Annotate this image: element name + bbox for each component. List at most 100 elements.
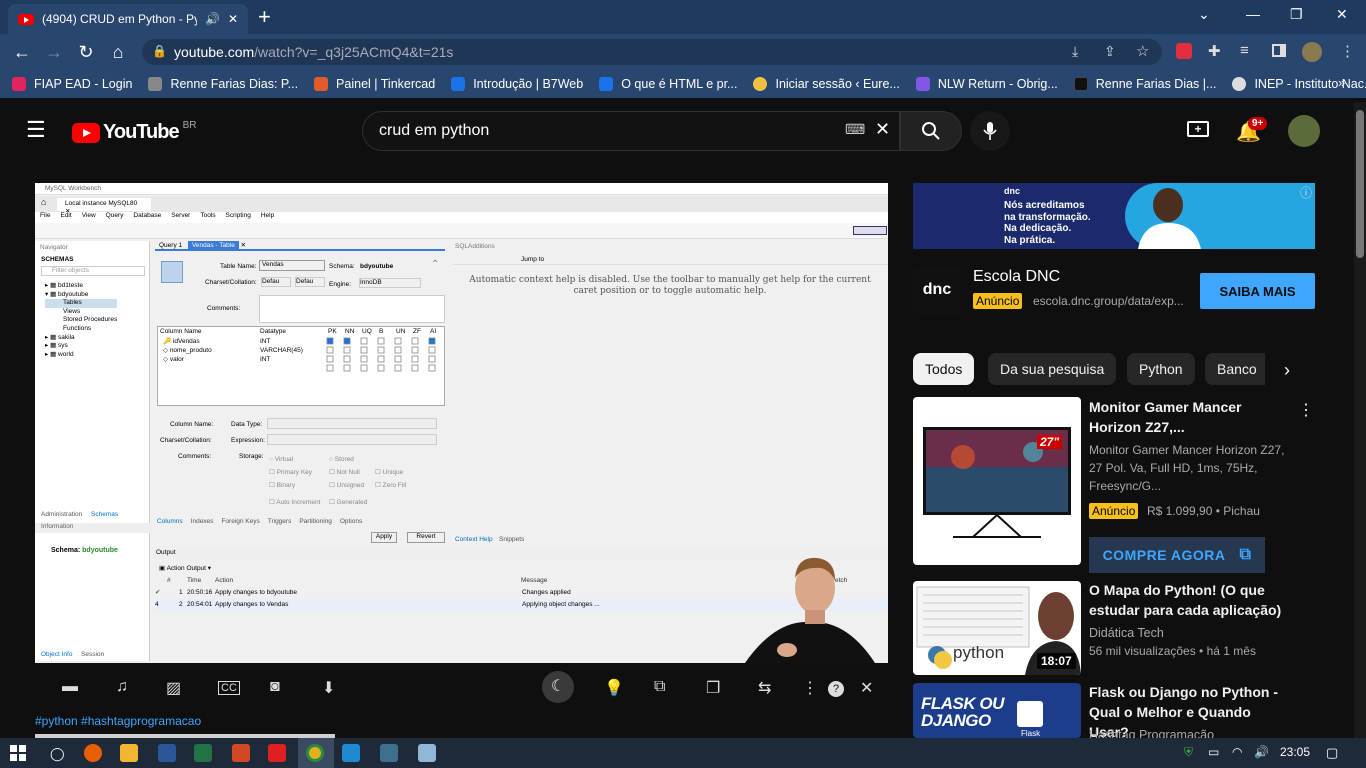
browser-tab[interactable]: (4904) CRUD em Python - Py 🔊 ✕ (8, 4, 248, 34)
ad-advertiser-name[interactable]: Escola DNC (973, 268, 1060, 286)
voice-search-button[interactable] (970, 111, 1010, 151)
profile-avatar[interactable] (1302, 42, 1322, 62)
shield-icon[interactable]: ⛨ (1184, 745, 1193, 760)
firefox-icon[interactable] (84, 744, 102, 762)
youtube-logo[interactable]: YouTube BR (72, 120, 196, 144)
channel-name[interactable]: Hashtag Programação (1089, 726, 1299, 738)
video-menu-icon[interactable]: ⋮ (1298, 400, 1314, 420)
video-title[interactable]: Monitor Gamer Mancer Horizon Z27,... (1089, 397, 1294, 437)
volume-icon[interactable]: 🔊 (1254, 745, 1269, 759)
emoji-icon (753, 77, 768, 91)
channel-name[interactable]: Didática Tech (1089, 624, 1299, 642)
tab-search-icon[interactable]: ⌄ (1198, 6, 1210, 23)
image-icon[interactable]: ▨ (166, 678, 181, 698)
python-map-thumbnail[interactable]: python 18:07 (913, 581, 1081, 675)
bookmark-fiap[interactable]: FIAP EAD - Login (12, 77, 132, 91)
keyboard-icon[interactable]: ⌨ (845, 121, 865, 138)
more-options-icon[interactable]: ⋮ (802, 678, 818, 698)
dark-mode-icon[interactable]: ☾ (542, 671, 574, 703)
chip-python[interactable]: Python (1127, 353, 1195, 385)
search-icon[interactable]: ◯ (50, 746, 68, 764)
bookmark-renne-2[interactable]: Renne Farias Dias |... (1073, 77, 1216, 91)
extension-shield-icon[interactable] (1176, 43, 1192, 59)
search-button[interactable] (900, 111, 962, 151)
webcam-icon[interactable]: ▬ (62, 678, 78, 696)
speaker-icon[interactable]: 🔊 (205, 12, 220, 26)
notepad-icon[interactable] (418, 744, 436, 762)
monitor-ad-thumbnail[interactable]: 27" (913, 397, 1081, 565)
scrollbar-thumb[interactable] (1356, 110, 1364, 258)
page-scrollbar[interactable] (1354, 102, 1366, 738)
extensions-icon[interactable]: ✚ (1208, 42, 1221, 60)
dnc-logo[interactable]: dnc (913, 266, 961, 314)
close-tab-icon[interactable]: ✕ (228, 12, 238, 26)
miniplayer-icon[interactable]: ⧉ (654, 678, 665, 696)
loop-icon[interactable]: ⇆ (758, 678, 771, 698)
music-icon[interactable]: ♫ (116, 678, 128, 696)
wifi-icon[interactable]: ◠ (1232, 745, 1242, 759)
chip-todos[interactable]: Todos (913, 353, 975, 385)
bookmark-html[interactable]: O que é HTML e pr... (599, 77, 737, 91)
star-icon[interactable]: ☆ (1136, 42, 1149, 60)
minimize-button[interactable]: — (1246, 6, 1260, 22)
lock-icon[interactable]: 🔒 (152, 44, 167, 58)
saiba-mais-button[interactable]: SAIBA MAIS (1200, 273, 1315, 309)
share-icon[interactable]: ⇪ (1104, 43, 1116, 60)
mysql-workbench-icon[interactable] (380, 744, 398, 762)
media-queue-icon[interactable]: ≡ (1240, 42, 1249, 59)
browser-menu-icon[interactable]: ⋮ (1340, 42, 1355, 60)
word-icon[interactable] (158, 744, 176, 762)
camera-icon[interactable]: ◙ (270, 678, 280, 696)
maximize-button[interactable]: ❐ (1290, 6, 1303, 23)
clear-search-icon[interactable]: ✕ (875, 119, 890, 140)
download-icon[interactable]: ⬇ (322, 678, 335, 698)
close-window-button[interactable]: ✕ (1336, 6, 1348, 23)
bookmark-nlw[interactable]: NLW Return - Obrig... (915, 77, 1058, 91)
captions-icon[interactable]: CC (218, 681, 240, 695)
chips-next-icon[interactable]: › (1284, 360, 1290, 381)
bookmark-eure[interactable]: Iniciar sessão ‹ Eure... (753, 77, 900, 91)
compre-agora-button[interactable]: COMPRE AGORA ⧉ (1089, 537, 1265, 573)
taskbar-clock[interactable]: 23:05 (1280, 745, 1310, 759)
new-tab-button[interactable]: + (258, 6, 271, 28)
video-title[interactable]: O Mapa do Python! (O que estudar para ca… (1089, 580, 1294, 620)
vscode-icon[interactable] (342, 744, 360, 762)
help-icon[interactable]: ? (828, 681, 844, 697)
notifications-icon[interactable]: ▢ (1326, 745, 1338, 761)
ad-url: escola.dnc.group/data/exp... (1033, 294, 1184, 308)
lightbulb-icon[interactable]: 💡 (604, 678, 624, 698)
chip-da-sua-pesquisa[interactable]: Da sua pesquisa (988, 353, 1117, 385)
create-video-icon[interactable]: + (1187, 121, 1209, 137)
acrobat-icon[interactable] (268, 744, 286, 762)
windows-start-icon[interactable] (10, 745, 26, 761)
bookmark-renne-1[interactable]: Renne Farias Dias: P... (148, 77, 298, 91)
side-panel-icon[interactable] (1272, 44, 1286, 57)
bookmark-tinkercad[interactable]: Painel | Tinkercad (314, 77, 435, 91)
back-icon[interactable]: ← (6, 42, 38, 63)
url-field[interactable]: 🔒 youtube.com/watch?v=_q3j25ACmQ4&t=21s (142, 39, 1162, 65)
video-hashtags[interactable]: #python #hashtagprogramacao (35, 714, 201, 728)
bookmark-b7web[interactable]: Introdução | B7Web (451, 77, 583, 91)
search-input[interactable]: crud em python ⌨ ✕ (362, 111, 900, 151)
url-host: youtube.com (174, 44, 255, 60)
powerpoint-icon[interactable] (232, 744, 250, 762)
ad-info-icon[interactable]: ⓘ (1300, 184, 1312, 201)
close-controls-icon[interactable]: ✕ (860, 678, 873, 698)
install-icon[interactable]: ⤓ (1072, 43, 1078, 60)
flask-django-thumbnail[interactable]: FLASK OU DJANGO Flask (913, 683, 1081, 738)
chrome-icon[interactable] (306, 744, 324, 762)
bookmark-inep[interactable]: INEP - Instituto Nac... (1232, 77, 1366, 91)
tinkercad-icon (314, 77, 329, 91)
account-avatar[interactable] (1288, 115, 1320, 147)
excel-icon[interactable] (194, 744, 212, 762)
chip-banco[interactable]: Banco (1205, 353, 1265, 385)
file-explorer-icon[interactable] (120, 744, 138, 762)
forward-icon[interactable]: → (38, 42, 70, 63)
reload-icon[interactable]: ↻ (70, 42, 102, 63)
banner-ad[interactable] (913, 183, 1315, 249)
more-bookmarks-icon[interactable]: » (1338, 75, 1345, 90)
copy-icon[interactable]: ❐ (706, 678, 720, 698)
hamburger-menu-icon[interactable]: ☰ (26, 119, 46, 141)
home-icon[interactable]: ⌂ (102, 42, 134, 63)
battery-icon[interactable]: ▭ (1208, 745, 1219, 759)
